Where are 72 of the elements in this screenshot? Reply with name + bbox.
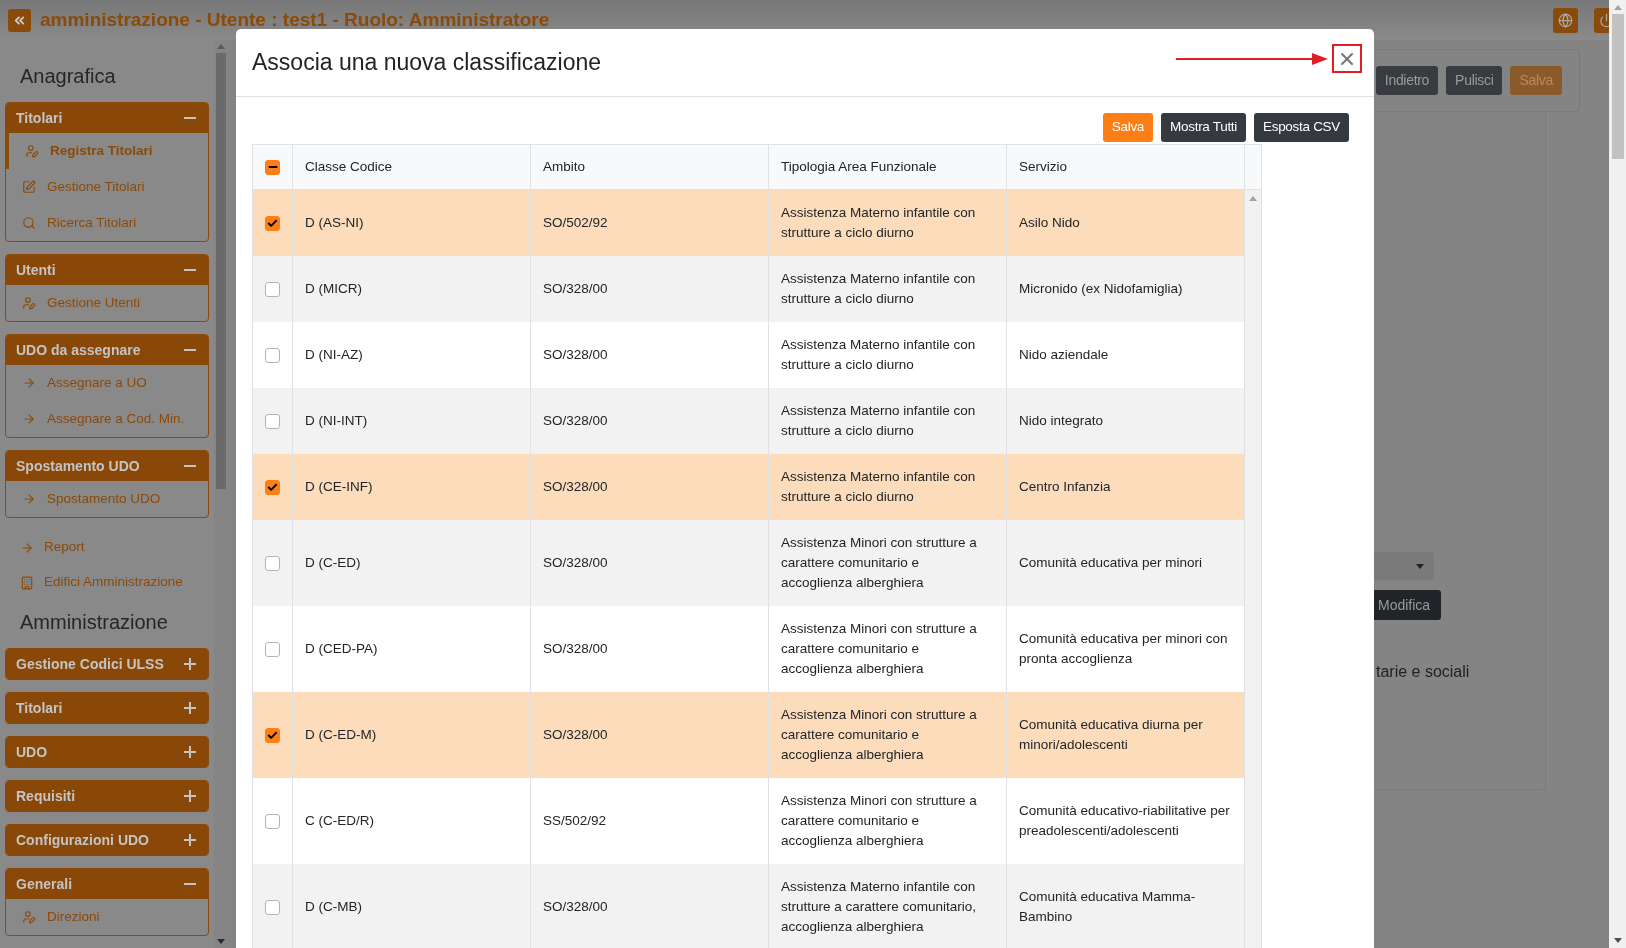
toolbar-button[interactable]: Esposta CSV (1254, 113, 1349, 142)
checkbox[interactable] (265, 641, 280, 657)
checkbox[interactable] (265, 727, 280, 743)
user-edit-icon (22, 910, 36, 924)
scroll-down-icon (217, 939, 225, 944)
search-icon (22, 216, 36, 230)
group-header[interactable]: Requisiti (6, 781, 208, 811)
group-header[interactable]: UDO da assegnare (6, 335, 208, 365)
table-row[interactable]: D (NI-INT) SO/328/00 Assistenza Materno infantile con strutture a ciclo diurno Nido integrato (253, 388, 1245, 454)
modal-title: Associa una nuova classificazione (252, 48, 602, 78)
power-icon (1599, 12, 1609, 28)
checkbox[interactable] (265, 899, 280, 915)
scroll-up-icon (1613, 5, 1622, 10)
check-icon (267, 217, 278, 229)
table-row[interactable]: D (AS-NI) SO/502/92 Assistenza Materno infantile con strutture a ciclo diurno Asilo Nido (253, 190, 1245, 256)
group-header[interactable]: Configurazioni UDO (6, 825, 208, 855)
scroll-down-icon (1613, 938, 1622, 943)
group-header[interactable]: UDO (6, 737, 208, 767)
scroll-up-icon (1249, 196, 1257, 201)
column-header: Classe Codice (293, 145, 531, 189)
column-header: Servizio (1007, 145, 1245, 189)
page-button[interactable]: Pulisci (1446, 66, 1503, 95)
toolbar-button[interactable]: Salva (1102, 113, 1154, 142)
checkbox[interactable] (265, 159, 280, 175)
checkbox[interactable] (265, 813, 280, 829)
checkbox[interactable] (265, 215, 280, 231)
toolbar-button[interactable]: Mostra Tutti (1161, 113, 1246, 142)
checkbox[interactable] (265, 555, 280, 571)
group-header[interactable]: Titolari (6, 693, 208, 723)
checkbox[interactable] (265, 413, 280, 429)
group-header[interactable]: Generali (6, 869, 208, 899)
table-row[interactable]: D (CE-INF) SO/328/00 Assistenza Materno infantile con strutture a ciclo diurno Centro Infanzia (253, 454, 1245, 520)
app-title: amministrazione - Utente : test1 - Ruolo: Amministratore (40, 7, 550, 32)
check-icon (267, 729, 278, 741)
checkbox[interactable] (265, 281, 280, 297)
table-cell: Assistenza Materno infantile con strutture a carattere comunitario, accoglienza alberghiera (769, 864, 1007, 948)
scrollbar-thumb[interactable] (1611, 14, 1624, 159)
column-header: Ambito (531, 145, 769, 189)
table-row[interactable]: D (MICR) SO/328/00 Assistenza Materno infantile con strutture a ciclo diurno Micronido (ex Nidofamiglia) (253, 256, 1245, 322)
group-header[interactable]: Gestione Codici ULSS (6, 649, 208, 679)
language-button[interactable] (1553, 7, 1578, 33)
scroll-up-icon (217, 44, 225, 49)
checkbox[interactable] (265, 347, 280, 363)
user-edit-icon (22, 296, 36, 310)
table-row[interactable]: D (C-ED) SO/328/00 Assistenza Minori con strutture a carattere comunitario e accoglienza alberghiera Comunità educativa per minori (253, 520, 1245, 606)
table-scrollbar[interactable] (1245, 190, 1261, 948)
group-header[interactable]: Utenti (6, 255, 208, 285)
table-row[interactable]: D (C-MB) SO/328/00 Assistenza Materno infantile con strutture a carattere comunitario, accoglienza alberghiera Comunità educativa Mamma-Bambino (253, 864, 1245, 948)
column-header: Tipologia Area Funzionale (769, 145, 1007, 189)
page-scrollbar[interactable] (1609, 0, 1626, 948)
checkbox[interactable] (265, 479, 280, 495)
table-cell: SO/328/00 (531, 864, 769, 948)
sidebar-heading: Anagrafica (19, 64, 117, 89)
check-icon (267, 481, 278, 493)
group-header[interactable]: Titolari (6, 103, 208, 133)
section-heading: tarie e sociali (1376, 662, 1471, 682)
scrollbar-thumb[interactable] (216, 53, 226, 489)
sidebar-heading: Amministrazione (19, 610, 169, 635)
edit-icon (22, 180, 36, 194)
caret-icon (1416, 563, 1424, 569)
arrow-icon (22, 376, 36, 390)
user-edit-icon (25, 144, 39, 158)
building-icon (20, 575, 34, 590)
arrow-icon (22, 412, 36, 426)
table-cell: D (C-MB) (293, 864, 531, 948)
collapse-sidebar-button[interactable] (8, 8, 31, 32)
globe-icon (1558, 12, 1573, 28)
page-button[interactable]: Indietro (1375, 66, 1439, 95)
table-row[interactable]: D (C-ED-M) SO/328/00 Assistenza Minori con strutture a carattere comunitario e accoglienza alberghiera Comunità educativa diurna per minori/adolescenti (253, 692, 1245, 778)
arrow-icon (22, 492, 36, 506)
sidebar-scrollbar[interactable] (214, 40, 228, 948)
group-header[interactable]: Spostamento UDO (6, 451, 208, 481)
